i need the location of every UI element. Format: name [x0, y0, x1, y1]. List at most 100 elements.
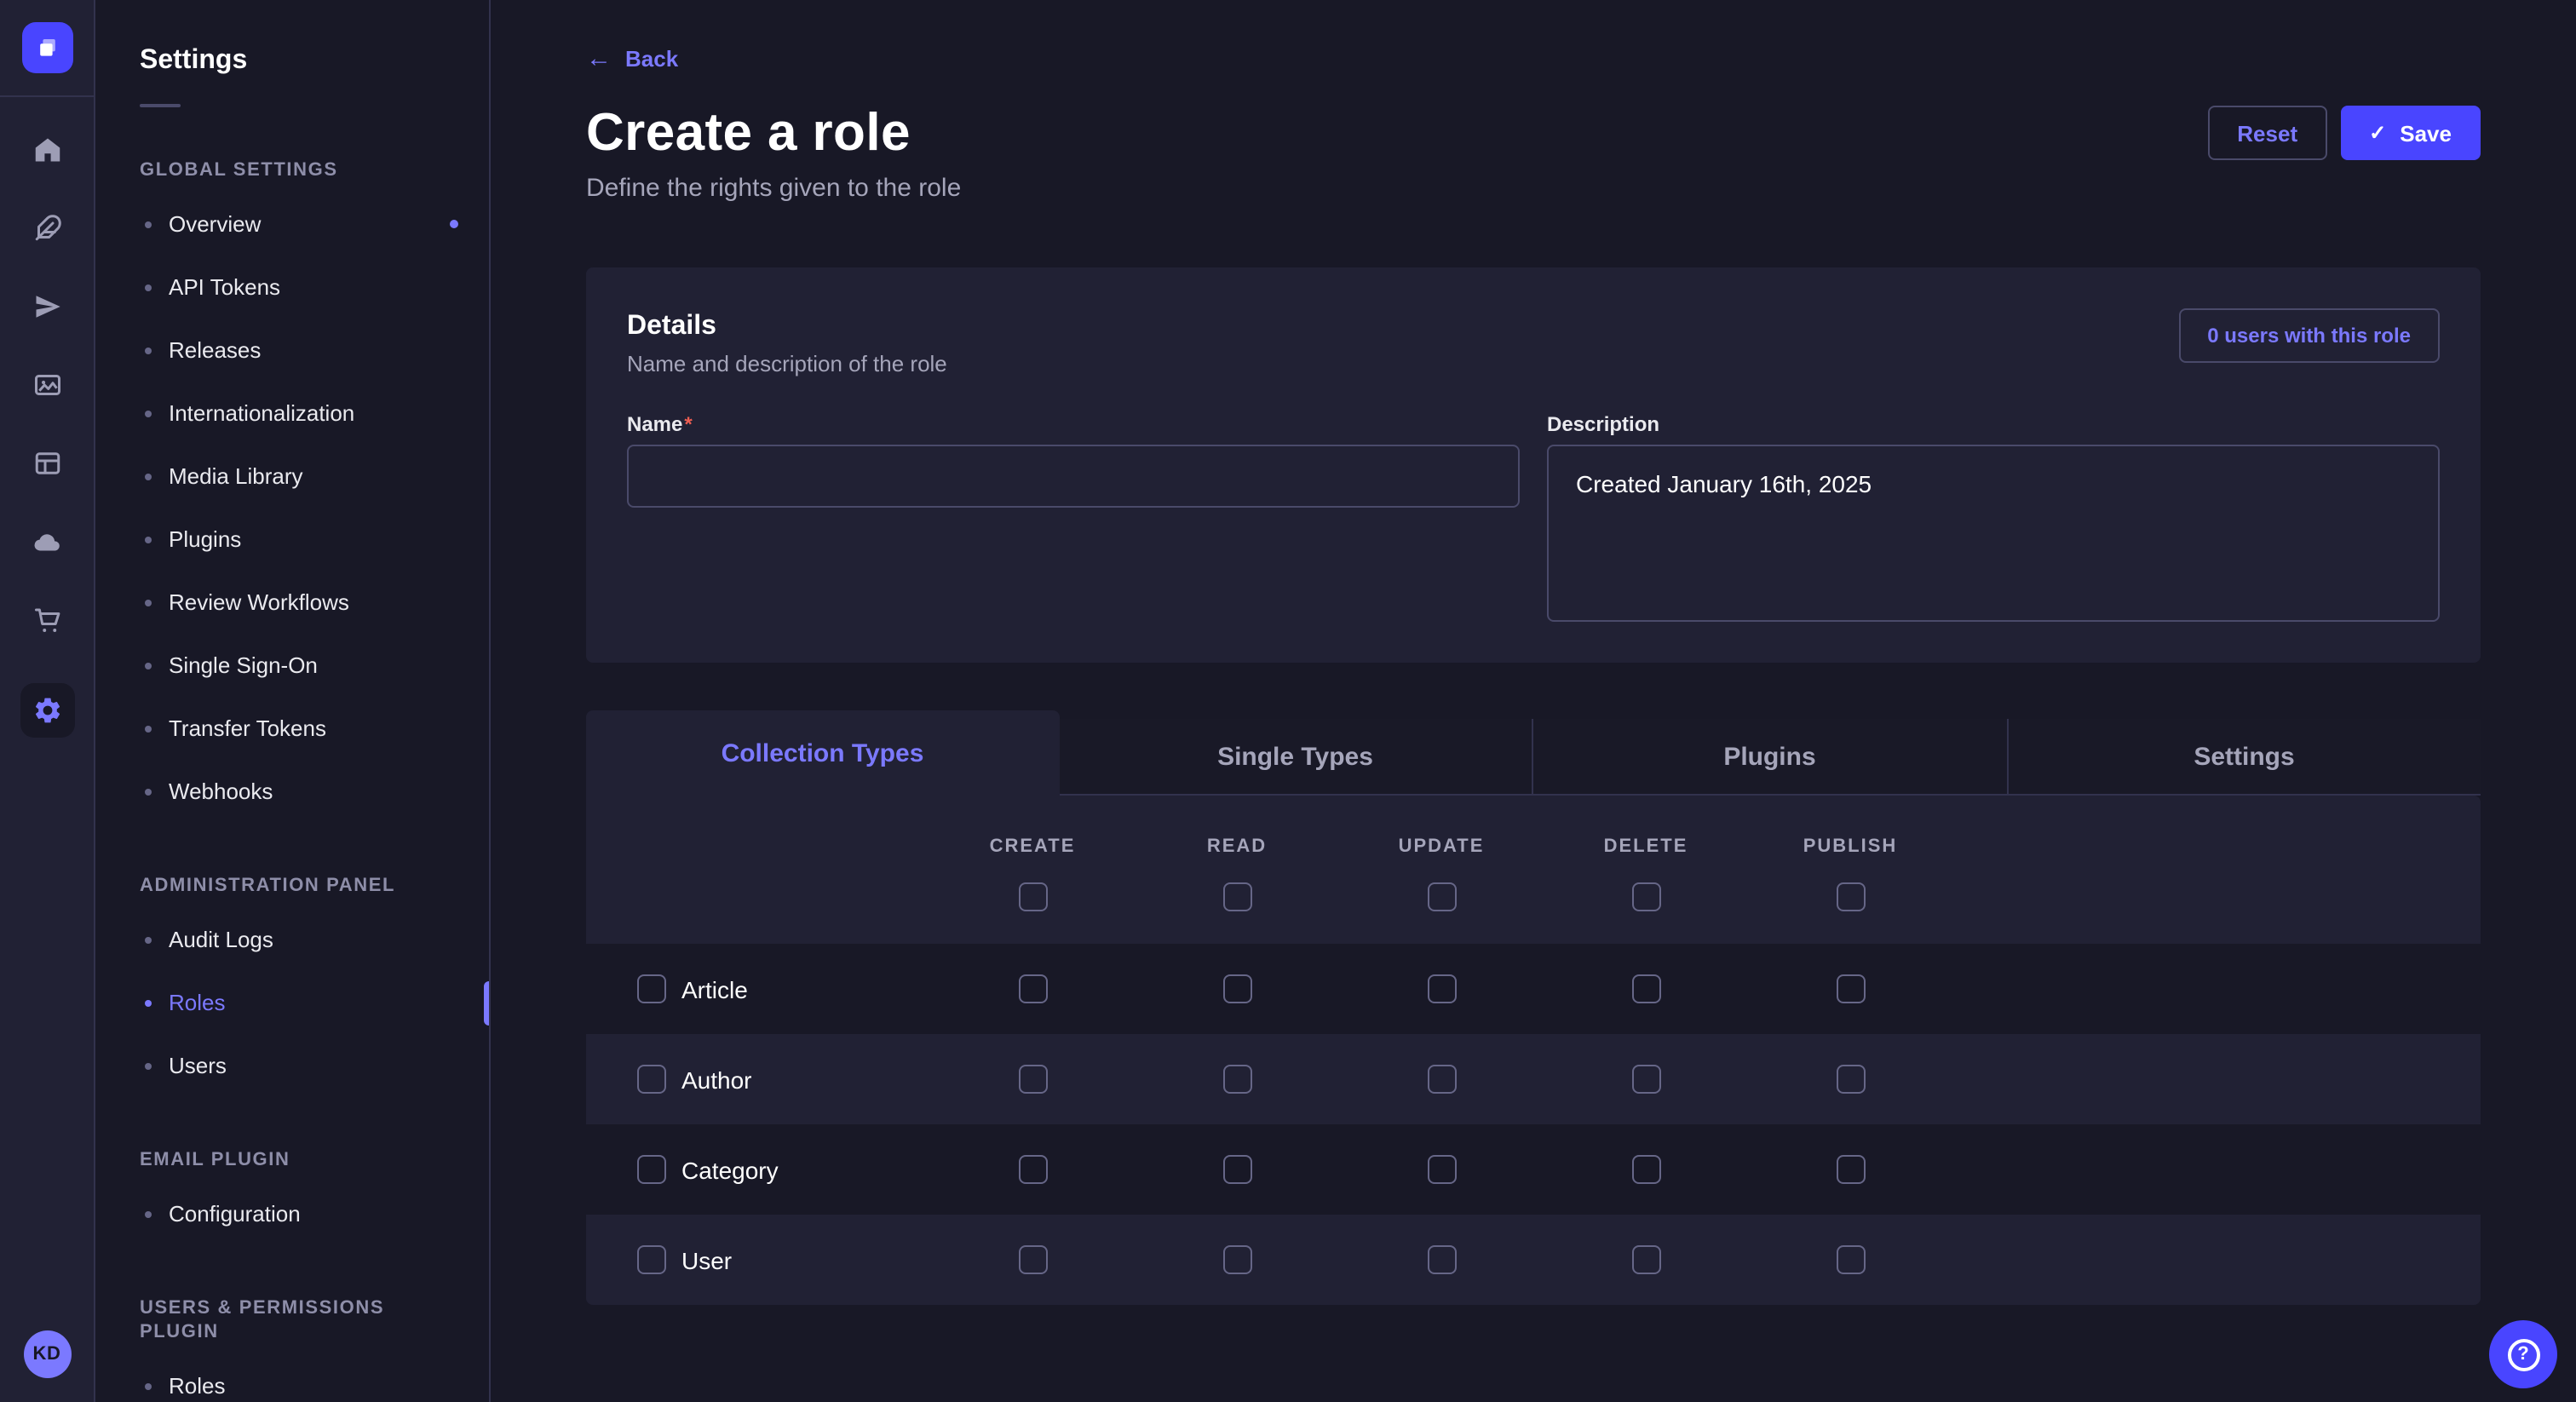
subnav-item-roles[interactable]: Roles — [95, 971, 489, 1034]
help-button[interactable]: ? — [2489, 1320, 2557, 1388]
subnav-title: Settings — [140, 41, 489, 80]
main-content: ← Back Create a role Reset ✓ Save Define… — [491, 0, 2576, 1402]
name-input[interactable] — [627, 445, 1520, 508]
subnav-item-releases[interactable]: Releases — [95, 319, 489, 382]
page-subtitle: Define the rights given to the role — [586, 172, 2481, 206]
strapi-logo-icon — [21, 22, 72, 73]
tab-plugins[interactable]: Plugins — [1532, 719, 2006, 796]
select-row-category-checkbox[interactable] — [637, 1155, 666, 1184]
subnav-item-configuration[interactable]: Configuration — [95, 1182, 489, 1245]
back-arrow-icon: ← — [586, 48, 612, 70]
bullet-icon — [145, 788, 152, 795]
bullet-icon — [145, 999, 152, 1006]
deploy-icon[interactable] — [32, 526, 62, 557]
checkbox-author-read[interactable] — [1222, 1065, 1251, 1094]
row-label: Article — [681, 975, 748, 1003]
select-row-user-checkbox[interactable] — [637, 1245, 666, 1274]
subnav-item-webhooks[interactable]: Webhooks — [95, 760, 489, 823]
checkbox-user-read[interactable] — [1222, 1245, 1251, 1274]
subnav-item-plugins[interactable]: Plugins — [95, 508, 489, 571]
home-icon[interactable] — [32, 135, 62, 165]
checkbox-article-create[interactable] — [1018, 974, 1047, 1003]
checkbox-user-delete[interactable] — [1631, 1245, 1660, 1274]
content-type-builder-icon[interactable] — [32, 448, 62, 479]
column-header-label: UPDATE — [1399, 836, 1485, 859]
subnav-item-label: Configuration — [169, 1201, 301, 1227]
checkbox-author-update[interactable] — [1427, 1065, 1456, 1094]
subnav-item-roles[interactable]: Roles — [95, 1354, 489, 1402]
subnav-item-label: API Tokens — [169, 274, 280, 300]
subnav-item-internationalization[interactable]: Internationalization — [95, 382, 489, 445]
save-button[interactable]: ✓ Save — [2340, 106, 2481, 160]
checkbox-user-update[interactable] — [1427, 1245, 1456, 1274]
permissions-section: Collection TypesSingle TypesPluginsSetti… — [586, 710, 2481, 1305]
subnav-title-divider — [140, 104, 181, 107]
reset-button[interactable]: Reset — [2208, 106, 2326, 160]
checkbox-author-delete[interactable] — [1631, 1065, 1660, 1094]
subnav-item-users[interactable]: Users — [95, 1034, 489, 1097]
subnav-item-audit-logs[interactable]: Audit Logs — [95, 908, 489, 971]
content-manager-icon[interactable] — [32, 213, 62, 244]
description-label: Description — [1547, 412, 2440, 438]
rail-icon-list — [20, 135, 74, 738]
bullet-icon — [145, 1062, 152, 1069]
select-row-article-checkbox[interactable] — [637, 974, 666, 1003]
bullet-icon — [145, 936, 152, 943]
tab-collection-types[interactable]: Collection Types — [586, 710, 1059, 796]
user-avatar[interactable]: KD — [23, 1330, 71, 1378]
select-all-publish-checkbox[interactable] — [1836, 882, 1865, 911]
permission-row-category: Category — [586, 1124, 2481, 1215]
subnav-item-label: Users — [169, 1053, 227, 1078]
checkbox-category-read[interactable] — [1222, 1155, 1251, 1184]
bullet-icon — [145, 536, 152, 543]
subnav-item-transfer-tokens[interactable]: Transfer Tokens — [95, 697, 489, 760]
permission-row-author: Author — [586, 1034, 2481, 1124]
checkbox-article-publish[interactable] — [1836, 974, 1865, 1003]
subnav-item-label: Internationalization — [169, 400, 354, 426]
checkbox-article-delete[interactable] — [1631, 974, 1660, 1003]
select-all-delete-checkbox[interactable] — [1631, 882, 1660, 911]
checkbox-article-read[interactable] — [1222, 974, 1251, 1003]
subnav-heading-email-plugin: EMAIL PLUGIN — [140, 1148, 445, 1172]
strapi-logo[interactable] — [0, 0, 95, 95]
bullet-icon — [145, 284, 152, 290]
rail-divider — [0, 95, 95, 97]
subnav-item-overview[interactable]: Overview — [95, 192, 489, 256]
subnav-item-media-library[interactable]: Media Library — [95, 445, 489, 508]
subnav-item-single-sign-on[interactable]: Single Sign-On — [95, 634, 489, 697]
checkbox-article-update[interactable] — [1427, 974, 1456, 1003]
checkbox-category-create[interactable] — [1018, 1155, 1047, 1184]
description-textarea[interactable]: Created January 16th, 2025 — [1547, 445, 2440, 622]
details-card: Details Name and description of the role… — [586, 267, 2481, 663]
checkbox-category-update[interactable] — [1427, 1155, 1456, 1184]
row-label: Author — [681, 1066, 752, 1093]
back-link[interactable]: ← Back — [586, 46, 678, 72]
select-row-author-checkbox[interactable] — [637, 1065, 666, 1094]
settings-icon[interactable] — [20, 683, 74, 738]
checkbox-user-publish[interactable] — [1836, 1245, 1865, 1274]
select-all-update-checkbox[interactable] — [1427, 882, 1456, 911]
checkbox-user-create[interactable] — [1018, 1245, 1047, 1274]
subnav-item-api-tokens[interactable]: API Tokens — [95, 256, 489, 319]
select-all-read-checkbox[interactable] — [1222, 882, 1251, 911]
subnav-item-label: Audit Logs — [169, 927, 273, 952]
checkbox-author-create[interactable] — [1018, 1065, 1047, 1094]
marketplace-icon[interactable] — [32, 605, 62, 635]
subnav-item-label: Review Workflows — [169, 589, 349, 615]
subnav-item-label: Roles — [169, 1373, 226, 1399]
tab-settings[interactable]: Settings — [2006, 719, 2481, 796]
users-with-role-button[interactable]: 0 users with this role — [2178, 308, 2440, 363]
checkbox-category-publish[interactable] — [1836, 1155, 1865, 1184]
subnav-item-review-workflows[interactable]: Review Workflows — [95, 571, 489, 634]
save-label: Save — [2400, 120, 2452, 146]
checkbox-category-delete[interactable] — [1631, 1155, 1660, 1184]
column-update: UPDATE — [1339, 836, 1544, 944]
media-library-icon[interactable] — [32, 370, 62, 400]
select-all-create-checkbox[interactable] — [1018, 882, 1047, 911]
tab-single-types[interactable]: Single Types — [1059, 719, 1532, 796]
details-subtitle: Name and description of the role — [627, 349, 947, 378]
checkbox-author-publish[interactable] — [1836, 1065, 1865, 1094]
releases-icon[interactable] — [32, 291, 62, 322]
subnav-item-label: Transfer Tokens — [169, 715, 326, 741]
column-delete: DELETE — [1544, 836, 1748, 944]
